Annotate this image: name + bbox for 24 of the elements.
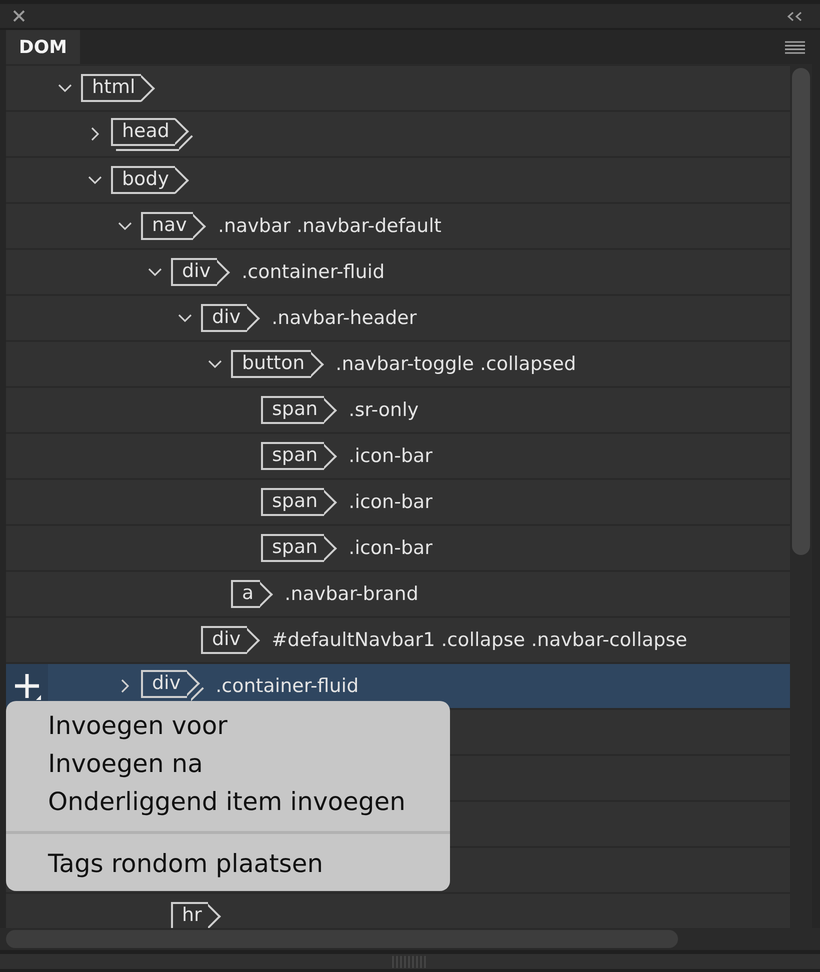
tag-label: span bbox=[261, 534, 339, 562]
tag-label: body bbox=[111, 166, 190, 194]
tag-label: button bbox=[231, 350, 326, 378]
tag-label: div bbox=[171, 258, 232, 286]
selector-text: .navbar-header bbox=[272, 307, 417, 329]
selector-text: .navbar-toggle .collapsed bbox=[336, 353, 576, 375]
selector-text: .icon-bar bbox=[348, 491, 432, 513]
selector-text: .icon-bar bbox=[348, 537, 432, 559]
tag-label: nav bbox=[141, 212, 208, 240]
tag-label: span bbox=[261, 488, 339, 516]
selector-text: .container-fluid bbox=[216, 675, 359, 697]
selector-text: .navbar .navbar-default bbox=[218, 215, 442, 237]
tag-label: span bbox=[261, 442, 339, 470]
selector-text: #defaultNavbar1 .collapse .navbar-collapse bbox=[272, 629, 688, 651]
tag-label: html bbox=[81, 74, 156, 102]
tag-label: span bbox=[261, 396, 339, 424]
tag-label: head bbox=[111, 118, 194, 150]
tag-label: a bbox=[231, 580, 275, 608]
selector-text: .icon-bar bbox=[348, 445, 432, 467]
selector-text: .container-fluid bbox=[242, 261, 385, 283]
tag-label: div bbox=[201, 304, 262, 332]
selector-text: .navbar-brand bbox=[284, 583, 418, 605]
tag-label: div bbox=[201, 626, 262, 654]
selector-text: .sr-only bbox=[348, 399, 419, 421]
